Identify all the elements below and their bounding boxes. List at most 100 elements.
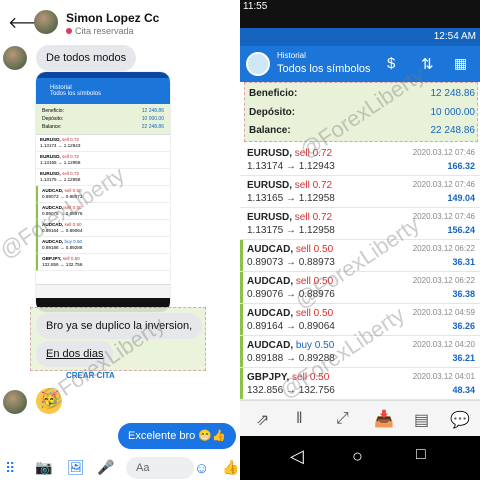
mini-type: sell 0.72 bbox=[61, 137, 80, 142]
trade-profit: 166.32 bbox=[447, 161, 475, 171]
inner-clock: 12:54 AM bbox=[433, 31, 476, 42]
mini-open: 0.89073 bbox=[42, 194, 59, 199]
mini-close: 1.12958 bbox=[63, 177, 81, 182]
sent-message-bubble: Excelente bro 😁👍 bbox=[118, 423, 236, 449]
trade-profit: 36.38 bbox=[452, 289, 475, 299]
open-price: 0.89188 bbox=[247, 353, 284, 364]
history-icon[interactable]: 📥 bbox=[374, 409, 394, 429]
summary-label: Beneficio: bbox=[249, 88, 298, 99]
summary-value: 10 000.00 bbox=[430, 107, 476, 118]
home-icon[interactable]: ○ bbox=[352, 446, 363, 467]
trading-terminal: 11:55 12:54 AM Historial Todos los símbo… bbox=[240, 0, 480, 480]
close-price: 1.12958 bbox=[298, 225, 335, 236]
trade-date: 2020.03.12 07:46 bbox=[412, 180, 475, 189]
mini-trade-row: AUDCAD, buy 0.50 0.89188 → 0.89288 bbox=[36, 237, 170, 254]
trade-marker bbox=[240, 304, 243, 335]
trade-marker bbox=[240, 368, 243, 399]
emoji-icon[interactable]: ☺ bbox=[194, 460, 209, 477]
trade-profit: 36.31 bbox=[452, 257, 475, 267]
inner-status-bar: 12:54 AM bbox=[240, 28, 480, 46]
message-input[interactable]: Aa bbox=[126, 457, 194, 479]
open-price: 1.13175 bbox=[247, 225, 284, 236]
summary-value: 12 248.86 bbox=[430, 88, 476, 99]
symbol-label: AUDCAD, bbox=[247, 244, 294, 255]
trade-date: 2020.03.12 07:46 bbox=[412, 148, 475, 157]
open-price: 1.13174 bbox=[247, 161, 284, 172]
calendar-icon[interactable]: ▦ bbox=[454, 55, 467, 72]
bottom-toolbar: ⇗ ǁ ⤢ 📥 ▤ 💬 bbox=[240, 400, 480, 436]
trade-row[interactable]: EURUSD, sell 0.72 1.13174 → 1.12943 2020.0… bbox=[240, 144, 480, 176]
trade-prices: 0.89073 → 0.88973 bbox=[247, 257, 335, 268]
mini-bottom-toolbar bbox=[36, 284, 170, 298]
mini-summary: Beneficio: 12 248.86 Depósito: 10 000.00 B… bbox=[36, 104, 170, 135]
open-price: 0.89164 bbox=[247, 321, 284, 332]
mini-type: buy 0.50 bbox=[64, 239, 83, 244]
toolbar-title[interactable]: Todos los símbolos bbox=[277, 63, 371, 75]
trade-type: sell 0.72 bbox=[294, 212, 333, 223]
status-bar: 11:55 bbox=[240, 0, 480, 13]
mini-summary-value: 12 248.86 bbox=[141, 108, 164, 114]
trade-profit: 48.34 bbox=[452, 385, 475, 395]
trade-row[interactable]: EURUSD, sell 0.72 1.13165 → 1.12958 2020.0… bbox=[240, 176, 480, 208]
toolbar-subtitle: Historial bbox=[277, 51, 306, 60]
contact-name[interactable]: Simon Lopez Cc bbox=[66, 11, 159, 25]
trade-symbol: AUDCAD, buy 0.50 bbox=[247, 340, 334, 351]
android-nav-bar: ◁ ○ □ bbox=[240, 436, 480, 480]
trade-date: 2020.03.12 04:20 bbox=[412, 340, 475, 349]
mini-symbol: GBPJPY, bbox=[42, 256, 62, 261]
mini-trade-row: GBPJPY, sell 0.50 132.856 → 132.756 bbox=[36, 254, 170, 271]
trade-prices: 1.13165 → 1.12958 bbox=[247, 193, 335, 204]
avatar[interactable] bbox=[34, 10, 58, 34]
app-logo-icon[interactable] bbox=[246, 52, 270, 76]
trade-profit: 36.26 bbox=[452, 321, 475, 331]
chart-icon[interactable]: ǁ bbox=[296, 410, 303, 428]
contact-status: Cita reservada bbox=[66, 26, 134, 36]
mini-open: 1.13174 bbox=[40, 143, 57, 148]
quotes-icon[interactable]: ⇗ bbox=[256, 410, 269, 430]
trade-prices: 0.89164 → 0.89064 bbox=[247, 321, 335, 332]
trade-icon[interactable]: ⤢ bbox=[336, 410, 349, 428]
symbol-label: AUDCAD, bbox=[247, 340, 294, 351]
news-icon[interactable]: ▤ bbox=[414, 410, 429, 430]
mini-open: 0.89188 bbox=[42, 245, 59, 250]
close-price: 0.89064 bbox=[298, 321, 335, 332]
recents-icon[interactable]: □ bbox=[416, 446, 426, 464]
trade-date: 2020.03.12 04:01 bbox=[412, 372, 475, 381]
summary-label: Depósito: bbox=[249, 107, 296, 118]
gallery-icon[interactable]: 🖼 bbox=[67, 459, 85, 476]
chat-icon[interactable]: 💬 bbox=[450, 410, 470, 430]
contact-status-label: Cita reservada bbox=[75, 26, 134, 36]
microphone-icon[interactable]: 🎤 bbox=[97, 459, 114, 476]
like-thumb-icon[interactable]: 👍 bbox=[222, 459, 237, 476]
status-bar-lower bbox=[240, 13, 480, 28]
trade-symbol: EURUSD, sell 0.72 bbox=[247, 180, 332, 191]
sort-arrows-icon[interactable]: ⇅ bbox=[421, 55, 434, 73]
currency-icon[interactable]: $ bbox=[387, 55, 395, 72]
trade-date: 2020.03.12 04:59 bbox=[412, 308, 475, 317]
symbol-label: EURUSD, bbox=[247, 148, 293, 159]
mini-open: 1.13165 bbox=[40, 160, 57, 165]
mini-toolbar: Historial Todos los símbolos bbox=[36, 78, 170, 104]
mini-summary-key: Balance: bbox=[42, 124, 62, 130]
back-icon[interactable]: ◁ bbox=[290, 446, 304, 467]
apps-grid-icon[interactable]: ⠿ bbox=[5, 460, 15, 477]
status-dot-icon bbox=[66, 28, 72, 34]
mini-type: sell 0.50 bbox=[62, 256, 80, 261]
summary-value: 22 248.86 bbox=[430, 125, 476, 136]
open-price: 1.13165 bbox=[247, 193, 284, 204]
camera-icon[interactable]: 📷 bbox=[35, 459, 52, 476]
mini-trade-row: EURUSD, sell 0.72 1.13165 → 1.12958 bbox=[36, 152, 170, 169]
app-toolbar: Historial Todos los símbolos $ ⇅ ▦ bbox=[240, 46, 480, 82]
trade-date: 2020.03.12 06:22 bbox=[412, 276, 475, 285]
mini-type: sell 0.72 bbox=[61, 154, 80, 159]
mini-trade-row: EURUSD, sell 0.72 1.13174 → 1.12943 bbox=[36, 135, 170, 152]
message-bubble: De todos modos bbox=[36, 45, 137, 71]
status-time: 11:55 bbox=[243, 1, 268, 12]
mini-open: 1.13175 bbox=[40, 177, 57, 182]
trade-row[interactable]: EURUSD, sell 0.72 1.13175 → 1.12958 2020.0… bbox=[240, 208, 480, 240]
trade-profit: 149.04 bbox=[447, 193, 475, 203]
symbol-label: EURUSD, bbox=[247, 180, 293, 191]
mini-summary-key: Beneficio: bbox=[42, 108, 64, 114]
mini-symbol: EURUSD, bbox=[40, 137, 61, 142]
trade-date: 2020.03.12 07:46 bbox=[412, 212, 475, 221]
